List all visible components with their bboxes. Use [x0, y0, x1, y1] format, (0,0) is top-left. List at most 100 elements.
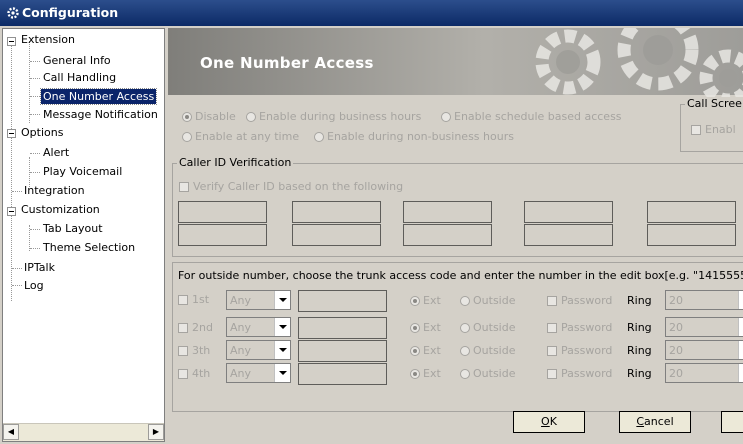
- chevron-down-icon: [274, 364, 290, 382]
- radio-label: Ext: [423, 321, 441, 334]
- tree-item-options[interactable]: Options: [21, 125, 63, 140]
- tree-item-tab-layout[interactable]: Tab Layout: [43, 221, 103, 236]
- tree-item-log[interactable]: Log: [24, 278, 44, 293]
- tree-branch: [12, 191, 22, 192]
- row-4-checkbox[interactable]: 4th: [178, 367, 210, 380]
- button-label: ancel: [644, 415, 674, 428]
- row-3-outside-radio[interactable]: Outside: [460, 344, 515, 357]
- select-value: 20: [669, 321, 683, 334]
- row-2-ext-radio[interactable]: Ext: [410, 321, 441, 334]
- radio-disable[interactable]: Disable: [182, 110, 236, 123]
- checkbox-icon: [547, 346, 557, 356]
- tree-item-call-handling[interactable]: Call Handling: [43, 70, 116, 85]
- tree-branch: [30, 172, 40, 173]
- caller-id-field[interactable]: [524, 224, 613, 246]
- row-1-password-checkbox[interactable]: Password: [547, 294, 612, 307]
- checkbox-icon: [178, 323, 188, 333]
- radio-enable-business-hours[interactable]: Enable during business hours: [246, 110, 421, 123]
- checkbox-label: Enabl: [705, 123, 736, 136]
- select-value: 20: [669, 344, 683, 357]
- radio-label: Enable schedule based access: [454, 110, 622, 123]
- caller-id-field[interactable]: [403, 201, 492, 223]
- row-3-password-checkbox[interactable]: Password: [547, 344, 612, 357]
- apply-button[interactable]: [721, 411, 743, 433]
- chevron-down-icon: [738, 318, 743, 336]
- collapse-icon[interactable]: [7, 37, 16, 46]
- tree-guide-line: [29, 41, 30, 123]
- tree-item-extension[interactable]: Extension: [21, 32, 75, 47]
- radio-enable-non-business-hours[interactable]: Enable during non-business hours: [314, 130, 514, 143]
- verify-caller-id-checkbox[interactable]: Verify Caller ID based on the following: [179, 180, 403, 193]
- row-3-ring-select[interactable]: 20: [665, 340, 743, 360]
- tree-item-customization[interactable]: Customization: [21, 202, 100, 217]
- row-1-ext-radio[interactable]: Ext: [410, 294, 441, 307]
- row-2-trunk-code-select[interactable]: Any: [226, 317, 291, 337]
- row-3-number-field[interactable]: [298, 340, 387, 362]
- row-1-outside-radio[interactable]: Outside: [460, 294, 515, 307]
- row-1-ring-label: Ring: [627, 294, 652, 307]
- row-1-number-field[interactable]: [298, 290, 387, 312]
- row-3-trunk-code-select[interactable]: Any: [226, 340, 291, 360]
- radio-enable-schedule[interactable]: Enable schedule based access: [441, 110, 622, 123]
- row-4-ring-label: Ring: [627, 367, 652, 380]
- ok-button[interactable]: OK: [513, 411, 585, 433]
- row-3-ext-radio[interactable]: Ext: [410, 344, 441, 357]
- row-2-number-field[interactable]: [298, 317, 387, 339]
- navigation-tree[interactable]: Extension General Info Call Handling One…: [2, 28, 165, 442]
- collapse-icon[interactable]: [7, 207, 16, 216]
- radio-label: Ext: [423, 344, 441, 357]
- row-3-checkbox[interactable]: 3th: [178, 344, 210, 357]
- page-banner: One Number Access: [168, 28, 743, 100]
- caller-id-field[interactable]: [292, 224, 381, 246]
- scroll-left-icon[interactable]: ◀: [3, 424, 19, 440]
- tree-item-general-info[interactable]: General Info: [43, 53, 111, 68]
- cancel-button[interactable]: Cancel: [619, 411, 691, 433]
- caller-id-field[interactable]: [178, 201, 267, 223]
- row-4-ext-radio[interactable]: Ext: [410, 367, 441, 380]
- row-label: 4th: [192, 367, 211, 380]
- tree-branch: [30, 78, 40, 79]
- caller-id-field[interactable]: [403, 224, 492, 246]
- radio-label: Outside: [473, 321, 516, 334]
- checkbox-icon: [691, 125, 701, 135]
- row-2-password-checkbox[interactable]: Password: [547, 321, 612, 334]
- radio-button-icon: [246, 112, 256, 122]
- horizontal-scrollbar[interactable]: ◀ ▶: [3, 423, 164, 441]
- chevron-down-icon: [274, 291, 290, 309]
- scroll-right-icon[interactable]: ▶: [148, 424, 164, 440]
- row-4-trunk-code-select[interactable]: Any: [226, 363, 291, 383]
- radio-button-icon: [460, 323, 470, 333]
- tree-item-message-notification[interactable]: Message Notification: [43, 107, 158, 122]
- caller-id-field[interactable]: [178, 224, 267, 246]
- caller-id-field[interactable]: [292, 201, 381, 223]
- tree-item-one-number-access[interactable]: One Number Access: [39, 88, 158, 105]
- radio-button-icon: [410, 369, 420, 379]
- row-label: 2nd: [192, 321, 213, 334]
- row-4-password-checkbox[interactable]: Password: [547, 367, 612, 380]
- radio-enable-any-time[interactable]: Enable at any time: [182, 130, 299, 143]
- tree-item-theme-selection[interactable]: Theme Selection: [43, 240, 135, 255]
- checkbox-icon: [178, 369, 188, 379]
- radio-label: Enable during business hours: [259, 110, 422, 123]
- button-label: K: [549, 415, 557, 428]
- call-screening-enable-checkbox[interactable]: Enabl: [691, 123, 736, 136]
- row-1-ring-select[interactable]: 20: [665, 290, 743, 310]
- row-2-checkbox[interactable]: 2nd: [178, 321, 213, 334]
- caller-id-field[interactable]: [524, 201, 613, 223]
- row-4-outside-radio[interactable]: Outside: [460, 367, 515, 380]
- tree-item-integration[interactable]: Integration: [24, 183, 85, 198]
- collapse-icon[interactable]: [7, 129, 16, 138]
- row-2-outside-radio[interactable]: Outside: [460, 321, 515, 334]
- row-4-number-field[interactable]: [298, 363, 387, 385]
- caller-id-field[interactable]: [647, 224, 736, 246]
- row-1-checkbox[interactable]: 1st: [178, 293, 209, 306]
- tree-item-play-voicemail[interactable]: Play Voicemail: [43, 164, 122, 179]
- radio-label: Enable during non-business hours: [327, 130, 514, 143]
- row-4-ring-select[interactable]: 20: [665, 363, 743, 383]
- caller-id-field[interactable]: [647, 201, 736, 223]
- tree-item-alert[interactable]: Alert: [43, 145, 69, 160]
- row-2-ring-select[interactable]: 20: [665, 317, 743, 337]
- radio-label: Enable at any time: [195, 130, 300, 143]
- row-1-trunk-code-select[interactable]: Any: [226, 290, 291, 310]
- tree-item-iptalk[interactable]: IPTalk: [24, 260, 55, 275]
